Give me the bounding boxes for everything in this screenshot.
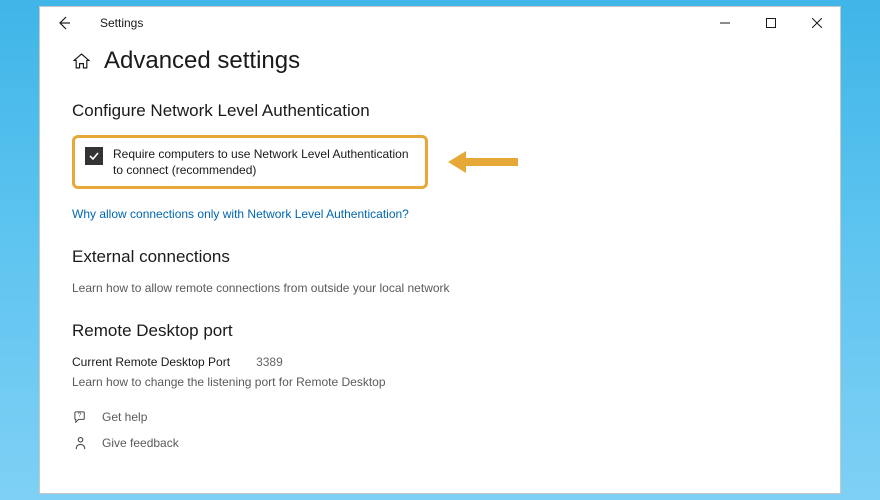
close-icon bbox=[812, 18, 822, 28]
window-controls bbox=[702, 7, 840, 39]
get-help-link[interactable]: ? Get help bbox=[72, 409, 808, 425]
nla-section: Configure Network Level Authentication R… bbox=[72, 101, 808, 221]
back-button[interactable] bbox=[40, 7, 88, 39]
minimize-icon bbox=[720, 18, 730, 28]
annotation-arrow-icon bbox=[448, 147, 518, 177]
port-row: Current Remote Desktop Port 3389 bbox=[72, 355, 808, 369]
maximize-button[interactable] bbox=[748, 7, 794, 39]
port-value: 3389 bbox=[256, 355, 283, 369]
page-header: Advanced settings bbox=[72, 47, 808, 75]
port-label: Current Remote Desktop Port bbox=[72, 355, 230, 369]
nla-checkbox-label: Require computers to use Network Level A… bbox=[113, 146, 415, 178]
page-title: Advanced settings bbox=[104, 47, 300, 75]
give-feedback-label: Give feedback bbox=[102, 436, 179, 450]
get-help-label: Get help bbox=[102, 410, 147, 424]
titlebar: Settings bbox=[40, 7, 840, 39]
port-body: Learn how to change the listening port f… bbox=[72, 375, 808, 389]
help-icon: ? bbox=[72, 409, 88, 425]
nla-info-link[interactable]: Why allow connections only with Network … bbox=[72, 207, 808, 221]
external-section: External connections Learn how to allow … bbox=[72, 247, 808, 295]
external-heading: External connections bbox=[72, 247, 808, 267]
content-area: Advanced settings Configure Network Leve… bbox=[40, 39, 840, 493]
feedback-icon bbox=[72, 435, 88, 451]
svg-text:?: ? bbox=[77, 412, 81, 419]
maximize-icon bbox=[766, 18, 776, 28]
external-body: Learn how to allow remote connections fr… bbox=[72, 281, 808, 295]
settings-window: Settings Advanced settings Configure Net… bbox=[39, 6, 841, 494]
app-title: Settings bbox=[100, 16, 143, 30]
nla-heading: Configure Network Level Authentication bbox=[72, 101, 808, 121]
give-feedback-link[interactable]: Give feedback bbox=[72, 435, 808, 451]
nla-checkbox-row[interactable]: Require computers to use Network Level A… bbox=[72, 135, 428, 189]
port-heading: Remote Desktop port bbox=[72, 321, 808, 341]
nla-checkbox[interactable] bbox=[85, 147, 103, 165]
home-icon[interactable] bbox=[72, 52, 90, 70]
close-button[interactable] bbox=[794, 7, 840, 39]
port-section: Remote Desktop port Current Remote Deskt… bbox=[72, 321, 808, 389]
back-arrow-icon bbox=[56, 15, 72, 31]
checkmark-icon bbox=[88, 150, 100, 162]
minimize-button[interactable] bbox=[702, 7, 748, 39]
highlight-annotation: Require computers to use Network Level A… bbox=[72, 135, 808, 189]
footer-links: ? Get help Give feedback bbox=[72, 409, 808, 451]
